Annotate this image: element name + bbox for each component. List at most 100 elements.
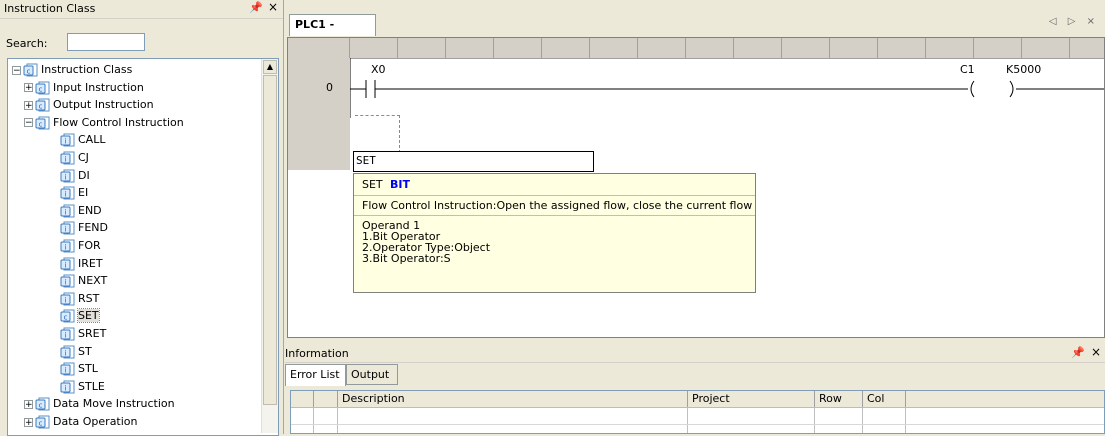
- expand-icon[interactable]: +: [24, 83, 33, 93]
- column-header-col[interactable]: Col: [863, 391, 906, 407]
- tree-item[interactable]: + c Data Move Instruction: [24, 396, 175, 412]
- scroll-thumb[interactable]: [263, 75, 277, 405]
- tree-scrollbar[interactable]: ▲: [261, 59, 278, 433]
- tree-item-label: ST: [78, 344, 92, 358]
- tree-item[interactable]: i CJ: [60, 150, 89, 166]
- tree-item-label: STLE: [78, 379, 105, 393]
- tree-item[interactable]: c SET: [60, 308, 100, 324]
- tree-item-label: Data Move Instruction: [53, 397, 175, 411]
- expand-icon[interactable]: +: [24, 100, 33, 110]
- svg-text:i: i: [65, 173, 67, 181]
- class-icon: c: [35, 397, 50, 411]
- ruler-cell: [350, 38, 398, 58]
- svg-text:i: i: [65, 244, 67, 252]
- instruction-icon: i: [60, 362, 75, 376]
- svg-text:i: i: [65, 156, 67, 164]
- ruler-cell: [878, 38, 926, 58]
- grid-line: [337, 407, 338, 433]
- tree-item[interactable]: i EI: [60, 185, 88, 201]
- tree-item[interactable]: + c Data Operation: [24, 414, 138, 430]
- tree-item[interactable]: − c Flow Control Instruction: [24, 115, 184, 131]
- tree-item[interactable]: i ST: [60, 344, 92, 360]
- instruction-tree: − c Instruction Class + c Input Instruction + c…: [7, 58, 279, 436]
- collapse-icon[interactable]: −: [12, 65, 21, 75]
- search-input[interactable]: [67, 33, 145, 51]
- column-header-project[interactable]: Project: [688, 391, 815, 407]
- svg-text:c: c: [39, 103, 43, 111]
- tree-item[interactable]: + c Input Instruction: [24, 80, 144, 96]
- tab-plc1-ladder[interactable]: PLC1 - Ladder: [289, 14, 376, 51]
- tooltip-description: Flow Control Instruction:Open the assign…: [362, 199, 753, 212]
- tree-item[interactable]: i NEXT: [60, 273, 107, 289]
- information-panel: Information 📌 × Error List Output Descri…: [285, 345, 1105, 434]
- tooltip-header: SET BIT: [354, 174, 755, 196]
- instruction-class-panel: Instruction Class 📌 × Search: − c Instruct…: [0, 0, 284, 436]
- svg-text:i: i: [65, 208, 67, 216]
- ruler-cell: [974, 38, 1022, 58]
- coil-label: C1: [960, 63, 975, 76]
- tree-item[interactable]: i CALL: [60, 132, 105, 148]
- coil-right-arc: [1009, 80, 1014, 98]
- tab-output[interactable]: Output: [346, 364, 398, 385]
- ruler-cell: [686, 38, 734, 58]
- class-icon: c: [35, 116, 50, 130]
- ruler-cell: [446, 38, 494, 58]
- ladder-canvas[interactable]: 0 X0 C1 K5000 SET SET BIT Flow Control I…: [287, 37, 1105, 338]
- expand-icon[interactable]: +: [24, 399, 33, 409]
- cursor-cell: [355, 115, 400, 153]
- instruction-icon: i: [60, 239, 75, 253]
- tree-item[interactable]: i DI: [60, 168, 90, 184]
- tree-item[interactable]: i FEND: [60, 220, 108, 236]
- search-label: Search:: [6, 37, 48, 50]
- column-header-description[interactable]: Description: [338, 391, 688, 407]
- svg-text:c: c: [64, 314, 68, 322]
- tooltip-body: Operand 1 1.Bit Operator 2.Operator Type…: [362, 220, 490, 264]
- tab-error-list[interactable]: Error List: [285, 364, 346, 386]
- ladder-editor: PLC1 - Ladder ◁ ▷ × 0 X0 C1 K5000 SET SE…: [285, 0, 1105, 345]
- rung-gutter: 0: [288, 58, 350, 170]
- tab-nav-arrows-icon[interactable]: ◁ ▷ ×: [1049, 16, 1099, 27]
- instruction-icon: i: [60, 169, 75, 183]
- column-header-row[interactable]: Row: [815, 391, 863, 407]
- class-icon: c: [23, 63, 38, 77]
- tree-item[interactable]: i END: [60, 203, 102, 219]
- column-ruler: [288, 38, 1104, 59]
- class-icon: c: [60, 309, 75, 323]
- instruction-icon: i: [60, 257, 75, 271]
- tooltip-line: 3.Bit Operator:S: [362, 252, 451, 265]
- tree-item-label: Output Instruction: [53, 98, 154, 112]
- tree-item[interactable]: i RST: [60, 291, 99, 307]
- rung-diagram: [350, 58, 1104, 118]
- instruction-input[interactable]: SET: [353, 151, 594, 172]
- svg-text:c: c: [39, 420, 43, 428]
- collapse-icon[interactable]: −: [24, 118, 33, 128]
- class-icon: c: [35, 415, 50, 429]
- expand-icon[interactable]: +: [24, 417, 33, 427]
- column-header-blank[interactable]: [314, 391, 338, 407]
- column-header-blank[interactable]: [906, 391, 1104, 407]
- instruction-icon: i: [60, 186, 75, 200]
- tree-item-label: FOR: [78, 239, 101, 252]
- tree-item[interactable]: − c Instruction Class: [12, 62, 132, 78]
- tree-item[interactable]: i SRET: [60, 326, 106, 342]
- tree-item[interactable]: i FOR: [60, 238, 101, 254]
- ruler-cell: [590, 38, 638, 58]
- error-list-grid: Description Project Row Col: [290, 390, 1105, 434]
- tree-item[interactable]: i STL: [60, 361, 98, 377]
- class-icon: c: [35, 81, 50, 95]
- tree-item[interactable]: i STLE: [60, 379, 105, 395]
- tooltip-keyword: SET: [362, 178, 383, 191]
- column-header-blank[interactable]: [291, 391, 314, 407]
- tree-item-label: Flow Control Instruction: [53, 115, 184, 129]
- svg-text:i: i: [65, 226, 67, 234]
- ruler-cell: [638, 38, 686, 58]
- close-icon[interactable]: ×: [1091, 345, 1101, 359]
- scroll-up-arrow-icon[interactable]: ▲: [263, 60, 277, 74]
- pin-icon[interactable]: 📌: [1071, 346, 1085, 359]
- rung-number: 0: [326, 81, 333, 94]
- tree-item[interactable]: i IRET: [60, 256, 103, 272]
- tree-item[interactable]: + c Output Instruction: [24, 97, 154, 113]
- pin-icon[interactable]: 📌: [249, 1, 263, 14]
- close-icon[interactable]: ×: [268, 0, 278, 14]
- grid-line: [814, 407, 815, 433]
